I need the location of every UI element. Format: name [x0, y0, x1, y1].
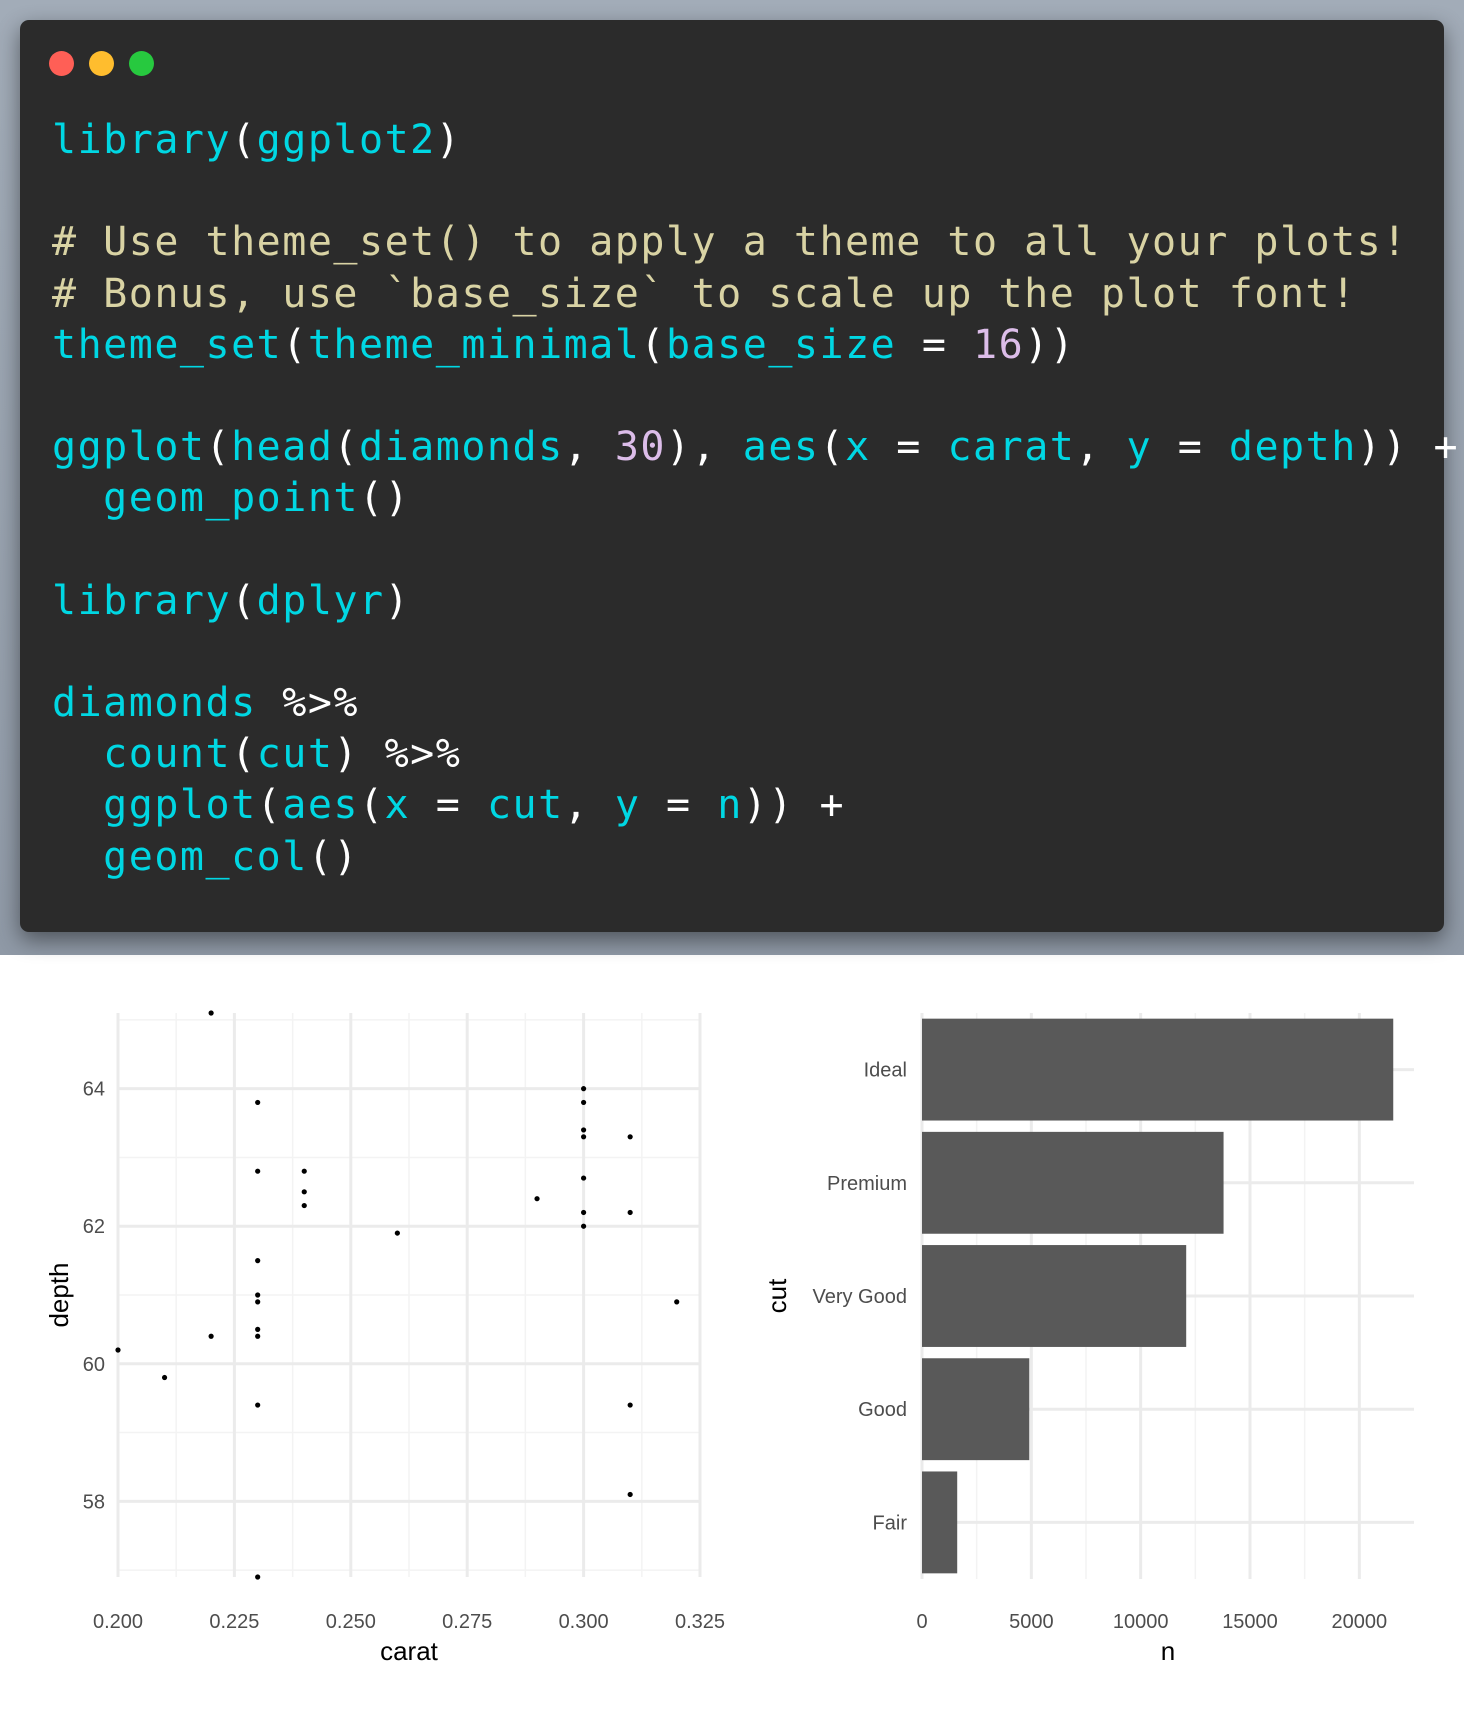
code-line-13: count(cut) %>%	[103, 731, 462, 778]
scatter-point	[627, 1134, 633, 1140]
scatter-y-tick-label: 60	[83, 1354, 105, 1376]
bar-y-axis-title: cut	[762, 1278, 792, 1313]
scatter-point	[581, 1127, 587, 1133]
scatter-point	[255, 1333, 261, 1339]
code-line-1: library(ggplot2)	[52, 117, 462, 163]
scatter-x-tick-label: 0.300	[559, 1611, 609, 1633]
code-line-15: geom_col()	[103, 833, 359, 880]
bar-fair	[922, 1471, 958, 1574]
close-dot[interactable]	[49, 51, 74, 76]
scatter-point	[255, 1299, 261, 1305]
bar-x-tick-label: 5000	[1009, 1611, 1054, 1633]
scatter-point	[255, 1402, 261, 1408]
scatter-point	[581, 1223, 587, 1229]
bar-category-label: Ideal	[864, 1060, 907, 1082]
bar-category-label: Premium	[827, 1173, 907, 1195]
scatter-point	[255, 1258, 261, 1264]
scatter-x-tick-label: 0.200	[93, 1611, 143, 1633]
scatter-point	[581, 1099, 587, 1106]
scatter-x-tick-label: 0.250	[326, 1611, 376, 1633]
scatter-point	[581, 1209, 587, 1216]
scatter-point	[255, 1168, 261, 1174]
code-line-14: ggplot(aes(x = cut, y = n)) +	[103, 782, 846, 829]
plots-area: 0.200 0.225 0.250 0.275 0.300 0.325 58 60 62 64 ca…	[0, 955, 1464, 1716]
scatter-point	[208, 1333, 214, 1339]
code-line-10: library(dplyr)	[52, 577, 411, 624]
code-line-12: diamonds %>%	[52, 680, 359, 727]
scatter-x-tick-label: 0.225	[209, 1611, 259, 1633]
minimize-dot[interactable]	[89, 51, 114, 76]
bar-very-good	[922, 1245, 1187, 1347]
bar-category-label: Fair	[873, 1512, 908, 1534]
scatter-point	[627, 1209, 633, 1216]
scatter-point	[208, 1010, 214, 1016]
scatter-point	[255, 1574, 261, 1580]
scatter-point	[627, 1402, 633, 1408]
code-line-8: geom_point()	[103, 475, 411, 522]
scatter-point	[255, 1099, 261, 1106]
bar-x-axis-title: n	[1161, 1636, 1175, 1666]
code-line-5: theme_set(theme_minimal(base_size = 16))	[52, 321, 1076, 368]
scatter-point	[301, 1168, 307, 1174]
scatter-x-tick-label: 0.325	[675, 1611, 725, 1633]
scatter-y-tick-label: 64	[83, 1079, 105, 1101]
bar-x-tick-label: 15000	[1222, 1611, 1278, 1633]
scatter-point	[581, 1175, 587, 1181]
scatter-point	[627, 1491, 633, 1498]
scatter-point	[301, 1202, 307, 1209]
scatter-point	[301, 1189, 307, 1195]
scatter-point	[581, 1086, 587, 1092]
plots-canvas: 0.200 0.225 0.250 0.275 0.300 0.325 58 60 62 64 ca…	[44, 1010, 1414, 1666]
scatter-point	[674, 1299, 680, 1305]
window-backdrop: library(ggplot2) # Use theme_set() to app…	[0, 0, 1464, 955]
bar-category-label: Very Good	[812, 1286, 907, 1308]
scatter-point	[534, 1196, 540, 1202]
bar-x-tick-label: 20000	[1332, 1611, 1388, 1633]
scatter-y-axis-title: depth	[44, 1262, 74, 1327]
bar-premium	[922, 1131, 1224, 1234]
zoom-dot[interactable]	[129, 51, 154, 76]
scatter-point	[255, 1326, 261, 1332]
scatter-y-tick-label: 58	[83, 1491, 105, 1513]
bar-category-label: Good	[858, 1399, 907, 1421]
scatter-point	[394, 1230, 400, 1236]
scatter-x-tick-label: 0.275	[442, 1611, 492, 1633]
bar-ideal	[922, 1018, 1394, 1121]
bar-x-tick-label: 10000	[1113, 1611, 1169, 1633]
bar-good	[922, 1358, 1030, 1461]
code-block: library(ggplot2) # Use theme_set() to app…	[52, 115, 1459, 883]
bar-x-tick-label: 0	[916, 1611, 927, 1633]
code-line-7: ggplot(head(diamonds, 30), aes(x = carat…	[52, 424, 1460, 471]
scatter-y-tick-label: 62	[83, 1216, 105, 1238]
scatter-point	[161, 1374, 168, 1381]
scatter-point	[581, 1134, 587, 1140]
code-comment-1: # Use theme_set() to apply a theme to al…	[52, 219, 1408, 266]
scatter-point	[255, 1292, 261, 1298]
code-window: library(ggplot2) # Use theme_set() to app…	[20, 20, 1458, 932]
scatter-point	[115, 1347, 121, 1353]
code-comment-2: # Bonus, use `base_size` to scale up the…	[52, 270, 1357, 317]
scatter-x-axis-title: carat	[380, 1636, 439, 1666]
